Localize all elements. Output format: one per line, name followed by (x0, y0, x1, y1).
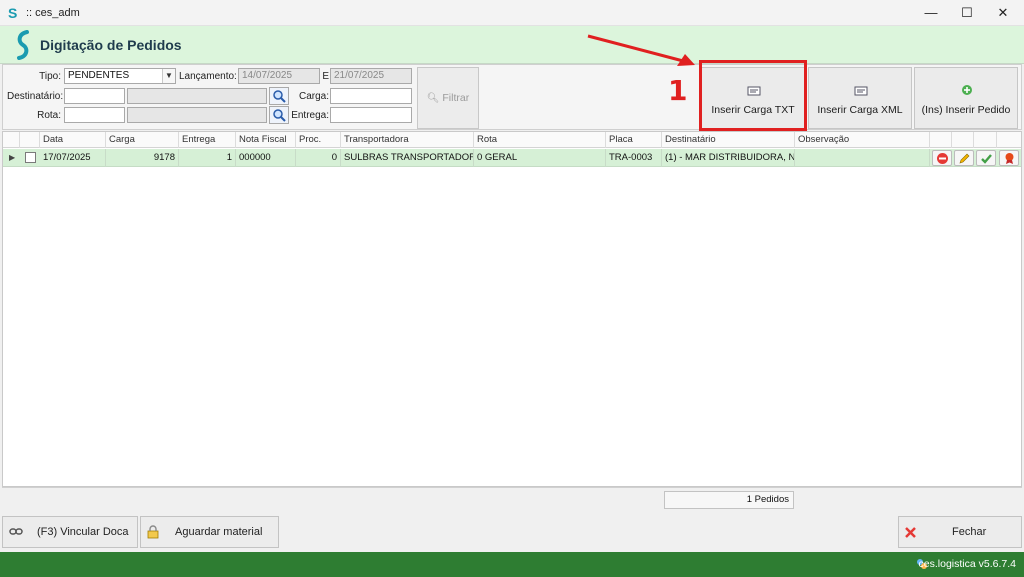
col-action-4 (997, 132, 1021, 148)
filtrar-label: Filtrar (442, 92, 470, 104)
col-nota-fiscal[interactable]: Nota Fiscal (236, 132, 296, 148)
search-icon: 🔍︎ (426, 93, 440, 104)
col-carga[interactable]: Carga (106, 132, 179, 148)
confirm-button[interactable] (976, 150, 996, 166)
lancamento-to-field[interactable]: 21/07/2025 (330, 68, 412, 84)
window-titlebar: S :: ces_adm — ☐ ✕ (0, 0, 1024, 26)
cell-transportadora: SULBRAS TRANSPORTADORA... (341, 149, 474, 167)
search-icon (273, 90, 286, 103)
cell-entrega: 1 (179, 149, 236, 167)
annotation-arrow-icon (587, 34, 695, 66)
filters-panel: Tipo: PENDENTES ▼ Lançamento: 14/07/2025… (2, 64, 1022, 130)
link-icon (9, 528, 23, 535)
inserir-xml-label: Inserir Carga XML (817, 104, 903, 116)
window-title: :: ces_adm (26, 7, 80, 19)
fechar-button[interactable]: Fechar (898, 516, 1022, 548)
add-icon (962, 85, 972, 95)
col-action-2 (952, 132, 974, 148)
logo-icon (17, 30, 29, 60)
cell-nota-fiscal: 000000 (236, 149, 296, 167)
rota-name-field (127, 107, 267, 123)
col-placa[interactable]: Placa (606, 132, 662, 148)
vincular-doca-button[interactable]: (F3) Vincular Doca (2, 516, 138, 548)
rota-code-field[interactable] (64, 107, 125, 123)
fechar-label: Fechar (952, 526, 987, 538)
header-indicator-col (3, 132, 20, 148)
search-icon (273, 109, 286, 122)
aguardar-material-button[interactable]: Aguardar material (140, 516, 279, 548)
annotation-highlight-box (699, 60, 807, 131)
row-pointer-icon: ▶ (9, 153, 16, 162)
lancamento-from-field[interactable]: 14/07/2025 (238, 68, 320, 84)
col-entrega[interactable]: Entrega (179, 132, 236, 148)
col-rota[interactable]: Rota (474, 132, 606, 148)
col-action-3 (974, 132, 997, 148)
cell-proc: 0 (296, 149, 341, 167)
page-header: Digitação de Pedidos (0, 26, 1024, 64)
carga-field[interactable] (330, 88, 412, 104)
pedidos-table: Data Carga Entrega Nota Fiscal Proc. Tra… (2, 131, 1022, 487)
check-icon (981, 154, 992, 164)
col-observacao[interactable]: Observação (795, 132, 930, 148)
edit-button[interactable] (954, 150, 974, 166)
row-checkbox[interactable] (25, 152, 36, 163)
rota-label: Rota: (37, 110, 61, 121)
close-icon (905, 527, 916, 538)
carga-label: Carga: (298, 91, 329, 102)
header-checkbox-col (20, 132, 40, 148)
cell-observacao (795, 149, 930, 167)
version-label: ces.logistica v5.6.7.4 (918, 558, 1016, 570)
destinatario-code-field[interactable] (64, 88, 125, 104)
tipo-select[interactable]: PENDENTES ▼ (64, 68, 176, 84)
tipo-label: Tipo: (39, 71, 61, 82)
chevron-down-icon[interactable]: ▼ (162, 69, 175, 83)
remove-button[interactable] (932, 150, 952, 166)
col-transportadora[interactable]: Transportadora (341, 132, 474, 148)
pedidos-count: 1 Pedidos (664, 491, 794, 509)
inserir-pedido-button[interactable]: (Ins) Inserir Pedido (914, 67, 1018, 129)
cell-carga: 9178 (106, 149, 179, 167)
col-destinatario[interactable]: Destinatário (662, 132, 795, 148)
page-title: Digitação de Pedidos (40, 37, 182, 53)
annotation-number: 1 (668, 74, 688, 107)
tipo-select-value: PENDENTES (68, 70, 130, 81)
destinatario-search-button[interactable] (269, 87, 289, 105)
destinatario-name-field (127, 88, 267, 104)
col-proc[interactable]: Proc. (296, 132, 341, 148)
cell-rota: 0 GERAL (474, 149, 606, 167)
xml-file-icon (854, 86, 868, 96)
aguardar-material-label: Aguardar material (175, 526, 263, 538)
remove-icon (937, 153, 948, 164)
rota-search-button[interactable] (269, 106, 289, 124)
grid-footer (2, 487, 1022, 512)
cell-destinatario: (1) - MAR DISTRIBUIDORA, N... (662, 149, 795, 167)
inserir-carga-xml-button[interactable]: Inserir Carga XML (808, 67, 912, 129)
destinatario-label: Destinatário: (7, 91, 64, 102)
inserir-pedido-label: (Ins) Inserir Pedido (921, 104, 1011, 116)
col-action-1 (930, 132, 952, 148)
app-icon: S (8, 5, 18, 21)
table-row[interactable]: ▶ 17/07/2025 9178 1 000000 0 SULBRAS TRA… (3, 149, 1021, 167)
vincular-doca-label: (F3) Vincular Doca (37, 526, 129, 538)
lancamento-label: Lançamento: (179, 71, 237, 82)
badge-icon (1005, 153, 1014, 164)
lock-icon (147, 525, 159, 539)
status-bar: ces.logistica v5.6.7.4 (0, 552, 1024, 577)
cell-data: 17/07/2025 (40, 149, 106, 167)
edit-icon (959, 153, 970, 164)
badge-button[interactable] (999, 150, 1019, 166)
cell-placa: TRA-0003 (606, 149, 662, 167)
col-data[interactable]: Data (40, 132, 106, 148)
table-header: Data Carga Entrega Nota Fiscal Proc. Tra… (3, 132, 1021, 148)
e-label: E (322, 71, 329, 82)
filtrar-button[interactable]: 🔍︎ Filtrar (417, 67, 479, 129)
close-window-button[interactable]: ✕ (980, 0, 1024, 26)
entrega-field[interactable] (330, 107, 412, 123)
entrega-label: Entrega: (291, 110, 329, 121)
